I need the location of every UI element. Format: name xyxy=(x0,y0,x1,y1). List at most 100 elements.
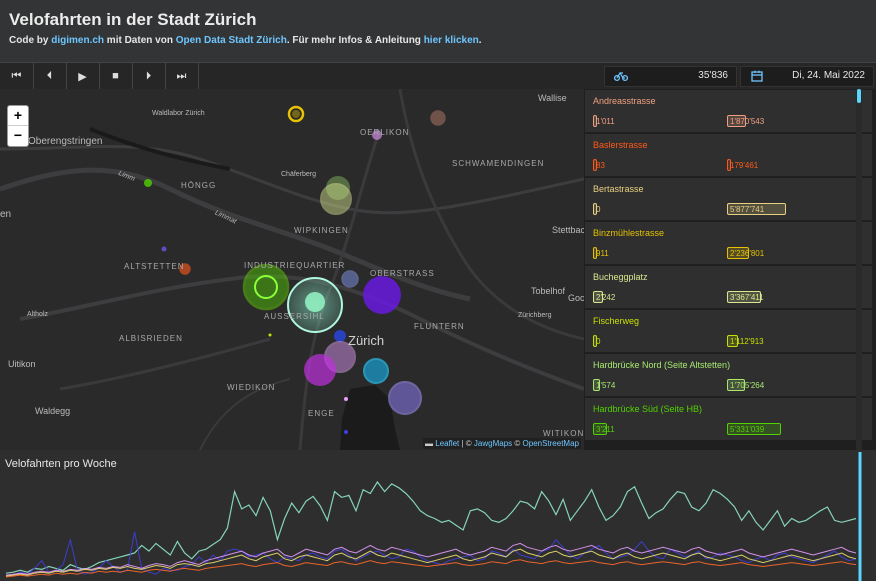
calendar-icon xyxy=(751,70,763,82)
station-value-total: 2'236'801 xyxy=(730,249,765,258)
ukraine-flag-icon: ▬ xyxy=(425,439,434,448)
station-value-day: 3'211 xyxy=(596,425,615,434)
station-name: Hardbrücke Nord (Seite Altstetten) xyxy=(593,360,731,370)
station-row[interactable]: Binzmühlestrasse 911 2'236'801 xyxy=(585,222,872,264)
station-name: Baslerstrasse xyxy=(593,140,648,150)
station-name: Andreasstrasse xyxy=(593,96,656,106)
osm-link[interactable]: OpenStreetMap xyxy=(523,439,579,448)
station-value-day: 911 xyxy=(596,249,609,258)
label-schwamendingen: SCHWAMENDINGEN xyxy=(452,159,545,168)
stop-button[interactable]: ■ xyxy=(99,63,133,89)
station-value-day: 1'011 xyxy=(596,117,615,126)
zoom-in-button[interactable]: + xyxy=(8,106,28,126)
station-value-total: 5'877'741 xyxy=(730,205,765,214)
jawg-link[interactable]: JawgMaps xyxy=(474,439,512,448)
label-zuerichberg: Zürichberg xyxy=(518,312,552,319)
skip-to-end-button[interactable]: ⏭ xyxy=(165,63,199,89)
skip-forward-icon: ⏭ xyxy=(176,69,187,82)
label-chaeferberg: Chäferberg xyxy=(281,171,317,178)
station-row[interactable]: Hardbrücke Süd (Seite HB) 3'211 5'331'039 xyxy=(585,398,872,440)
label-altstetten: ALTSTETTEN xyxy=(124,262,185,271)
chart-canvas xyxy=(5,452,862,581)
station-row[interactable]: Hardbrücke Nord (Seite Altstetten) 1'574 1… xyxy=(585,354,872,396)
label-witikon: WITIKON xyxy=(543,429,584,438)
chart-series-line xyxy=(5,531,857,577)
zoom-out-button[interactable]: − xyxy=(8,126,28,145)
label-edge-en: en xyxy=(0,209,12,220)
digimen-link[interactable]: digimen.ch xyxy=(51,35,104,46)
station-name: Hardbrücke Süd (Seite HB) xyxy=(593,404,703,414)
chart-series-line xyxy=(5,480,857,574)
attribution-sep-2: © xyxy=(512,439,523,448)
label-aussersihl: AUSSERSIHL xyxy=(264,312,325,321)
station-row[interactable]: Baslerstrasse 83 179'461 xyxy=(585,134,872,176)
label-industriequartier: INDUSTRIEQUARTIER xyxy=(244,261,346,270)
leaflet-link[interactable]: Leaflet xyxy=(435,439,459,448)
page-title: Velofahrten in der Stadt Zürich xyxy=(9,10,257,29)
station-value-total: 1'705'264 xyxy=(730,381,765,390)
station-row[interactable]: Bertastrasse 0 5'877'741 xyxy=(585,178,872,220)
station-value-total: 1'112'913 xyxy=(730,337,764,346)
subtitle-text-1: Code by xyxy=(9,35,52,46)
label-fluntern: FLUNTERN xyxy=(414,322,465,331)
station-value-total: 1'870'543 xyxy=(730,117,765,126)
label-waldlabor: Waldlabor Zürich xyxy=(152,110,205,117)
station-name: Bertastrasse xyxy=(593,184,644,194)
label-oberstrass: OBERSTRASS xyxy=(370,269,435,278)
station-value-total: 3'367'411 xyxy=(730,293,764,302)
map-attribution: ▬ Leaflet | © JawgMaps © OpenStreetMap xyxy=(423,438,581,449)
play-button[interactable]: ▶ xyxy=(66,63,100,89)
label-zurich: Zürich xyxy=(348,333,385,348)
subtitle-text-2: mit Daten von xyxy=(104,35,176,46)
label-stettbach: Stettbac xyxy=(552,225,584,235)
app-header: Velofahrten in der Stadt Zürich Code by … xyxy=(0,0,876,62)
skip-back-icon: ⏮ xyxy=(11,69,22,82)
step-forward-icon: ⏵ xyxy=(145,69,152,82)
label-oerlikon: OERLIKON xyxy=(360,128,410,137)
station-name: Bucheggplatz xyxy=(593,272,648,282)
stop-icon: ■ xyxy=(112,70,119,82)
label-albisrieden: ALBISRIEDEN xyxy=(119,334,183,343)
bicycle-icon xyxy=(614,71,628,82)
weekly-rides-chart: Velofahrten pro Woche xyxy=(0,450,876,581)
skip-to-start-button[interactable]: ⏮ xyxy=(0,63,34,89)
station-value-day: 0 xyxy=(596,205,601,214)
total-rides-value: 35'836 xyxy=(698,70,728,81)
label-uitikon: Uitikon xyxy=(8,359,36,369)
label-wiedikon: WIEDIKON xyxy=(227,383,276,392)
station-row[interactable]: Andreasstrasse 1'011 1'870'543 xyxy=(585,90,872,132)
station-value-day: 2'242 xyxy=(596,293,616,302)
attribution-sep: | © xyxy=(459,439,474,448)
date-value: Di, 24. Mai 2022 xyxy=(792,70,865,81)
station-value-day: 0 xyxy=(596,337,601,346)
step-back-button[interactable]: ⏴ xyxy=(33,63,67,89)
zoom-control: + − xyxy=(7,105,29,147)
page-subtitle: Code by digimen.ch mit Daten von Open Da… xyxy=(9,35,482,46)
station-value-day: 1'574 xyxy=(596,381,616,390)
station-list-scrollthumb[interactable] xyxy=(857,89,861,103)
step-back-icon: ⏴ xyxy=(46,69,53,82)
total-rides-readout: 35'836 xyxy=(604,66,737,87)
label-waldegg: Waldegg xyxy=(35,406,71,416)
station-list[interactable]: Andreasstrasse 1'011 1'870'543 Baslerstrass… xyxy=(584,89,876,450)
station-value-total: 5'331'039 xyxy=(730,425,765,434)
map-view[interactable]: Oberengstringen HÖNGG WIPKINGEN ALTSTETT… xyxy=(0,89,584,450)
label-enge: ENGE xyxy=(308,409,335,418)
label-tobelhof: Tobelhof xyxy=(531,286,566,296)
open-data-link[interactable]: Open Data Stadt Zürich xyxy=(176,35,287,46)
play-icon: ▶ xyxy=(78,70,87,83)
step-forward-button[interactable]: ⏵ xyxy=(132,63,166,89)
label-wipkingen: WIPKINGEN xyxy=(294,226,349,235)
station-row[interactable]: Fischerweg 0 1'112'913 xyxy=(585,310,872,352)
station-name: Fischerweg xyxy=(593,316,640,326)
station-list-scrollbar[interactable] xyxy=(856,89,862,450)
station-row[interactable]: Bucheggplatz 2'242 3'367'411 xyxy=(585,266,872,308)
playback-toolbar: ⏮ ⏴ ▶ ■ ⏵ ⏭ 35'836 Di, 24. Mai 2022 xyxy=(0,62,876,90)
station-value-day: 83 xyxy=(596,161,605,170)
subtitle-text-4: . xyxy=(478,35,482,46)
station-value-total: 179'461 xyxy=(730,161,759,170)
label-wallisellen: Wallise xyxy=(538,93,567,103)
info-link[interactable]: hier klicken xyxy=(424,35,479,46)
date-readout: Di, 24. Mai 2022 xyxy=(740,66,874,87)
label-hoengg: HÖNGG xyxy=(181,181,217,190)
